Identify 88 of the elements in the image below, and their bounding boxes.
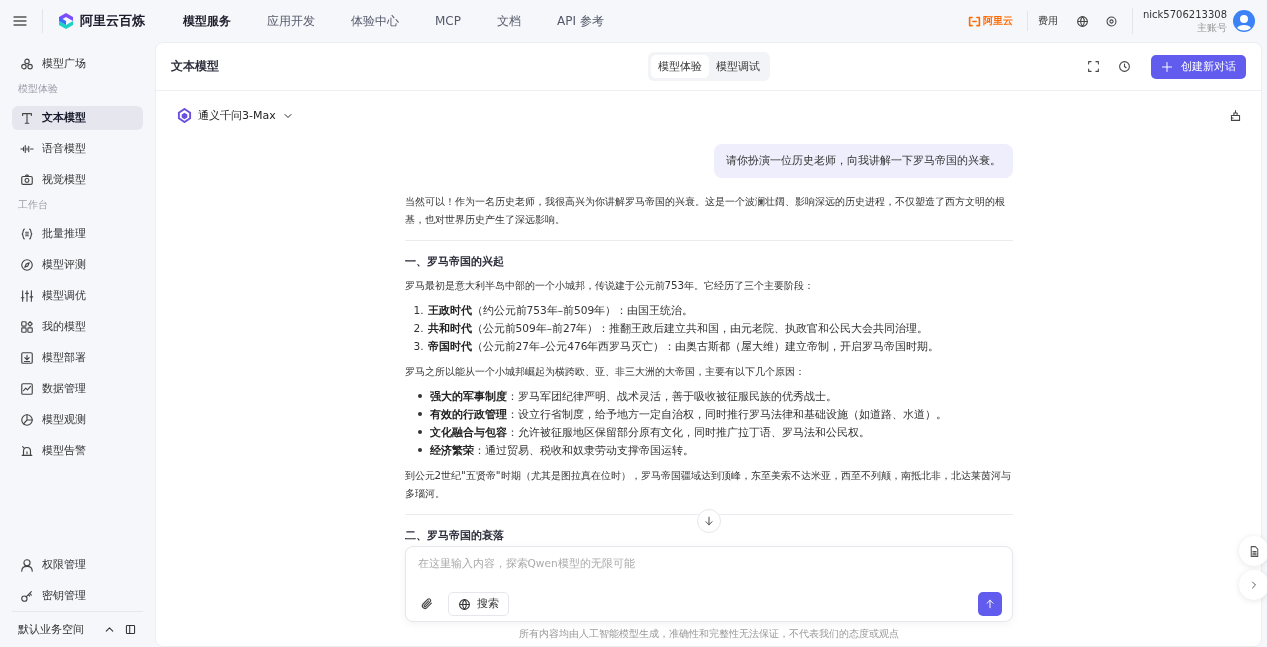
key-icon — [20, 588, 34, 603]
sidebar-item[interactable]: 批量推理 — [12, 221, 143, 246]
sidebar-item[interactable]: 模型告警 — [12, 438, 143, 463]
response-paragraph: 当然可以！作为一名历史老师，我很高兴为你讲解罗马帝国的兴衰。这是一个波澜壮阔、影响深远的历史进程，不仅塑造了西方文明的根基，也对世界历史产生了深远影响。 — [404, 194, 1006, 227]
sidebar-item[interactable]: 密钥管理 — [12, 583, 143, 608]
globe-icon — [457, 597, 471, 611]
brand-name: 阿里云百炼 — [80, 12, 145, 30]
model-logo-icon — [177, 108, 192, 123]
compass-icon — [20, 257, 34, 272]
braces-list-icon — [20, 226, 34, 241]
bullet-dot — [417, 430, 422, 434]
sidebar-item[interactable]: 模型广场 — [12, 51, 143, 76]
disclaimer: 所有内容均由人工智能模型生成，准确性和完整性无法保证，不代表我们的态度或观点 — [517, 627, 900, 641]
clock-icon — [1118, 60, 1131, 73]
line-chart-icon — [20, 381, 34, 396]
arrow-up-icon — [983, 598, 996, 610]
nav-tab[interactable]: 应用开发 — [267, 12, 315, 30]
chat-input[interactable]: 在这里输入内容，探索Qwen模型的无限可能 搜索 — [404, 546, 1013, 622]
arrow-down-icon — [702, 515, 715, 527]
response-paragraph: 罗马之所以能从一个小城邦崛起为横跨欧、亚、非三大洲的大帝国，主要有以下几个原因： — [404, 364, 806, 379]
globe-icon — [1075, 14, 1089, 28]
account-type: 主账号 — [1196, 21, 1227, 34]
list-item-text: 强大的军事制度：罗马军团纪律严明、战术灵活，善于吸收被征服民族的优秀战士。 — [429, 389, 837, 404]
sidebar-item[interactable]: 视觉模型 — [12, 167, 143, 192]
list-item-text: 王政时代（约公元前753年–前509年）：由国王统治。 — [427, 303, 694, 318]
response-paragraph: 到公元2世纪"五贤帝"时期（尤其是图拉真在位时），罗马帝国疆域达到顶峰，东至美索不达米亚，西至不列颠，南抵北非，北达莱茵河与多瑙河。 — [404, 468, 1012, 501]
response-paragraph: 罗马最初是意大利半岛中部的一个小城邦，传说建于公元前753年。它经历了三个主要阶段： — [404, 278, 816, 293]
bullet-dot — [417, 448, 422, 452]
paperclip-icon — [419, 597, 434, 611]
username: nick5706213308 — [1142, 8, 1227, 21]
logo-icon — [57, 12, 75, 30]
list-number: 2. — [413, 321, 425, 336]
download-box-icon — [20, 350, 34, 365]
sidebar-toggle-icon — [124, 623, 137, 636]
camera-icon — [20, 172, 34, 187]
list-item-text: 帝国时代（公元前27年–公元476年西罗马灭亡）：由奥古斯都（屋大维）建立帝制，开启罗马帝国时期。 — [427, 339, 940, 354]
model-selector[interactable]: 通义千问3-Max — [171, 107, 300, 124]
section-label: 模型体验 — [17, 83, 59, 96]
cluster-icon — [20, 56, 34, 71]
send-button[interactable] — [977, 592, 1002, 616]
avatar-icon[interactable] — [1233, 10, 1255, 32]
sidebar-item[interactable]: 模型部署 — [12, 345, 143, 370]
nav-tab[interactable]: 体验中心 — [351, 12, 399, 30]
sidebar-item[interactable]: 权限管理 — [12, 552, 143, 577]
billing-link[interactable]: 费用 — [1037, 14, 1058, 28]
menu-icon — [12, 13, 28, 29]
panel-title: 文本模型 — [171, 58, 220, 75]
nav-tab[interactable]: API 参考 — [556, 12, 604, 30]
nav-tab[interactable]: 文档 — [496, 12, 521, 30]
mode-tab[interactable]: 模型调试 — [708, 55, 767, 78]
mode-tab[interactable]: 模型体验 — [650, 55, 709, 78]
sliders-icon — [20, 288, 34, 303]
new-chat-button[interactable]: 创建新对话 — [1151, 54, 1246, 79]
fullscreen-icon — [1087, 60, 1100, 73]
sidebar-item[interactable]: 模型调优 — [12, 283, 143, 308]
list-number: 3. — [413, 339, 425, 354]
list-item-text: 有效的行政管理：设立行省制度，给予地方一定自治权，同时推行罗马法律和基础设施（如道路、水道）。 — [429, 407, 947, 422]
sidebar-item[interactable]: 模型观测 — [12, 407, 143, 432]
section-heading: 一、罗马帝国的兴起 — [404, 254, 505, 269]
cloud-logo-text: 阿里云 — [982, 14, 1013, 28]
list-item-text: 文化融合与包容：允许被征服地区保留部分原有文化，同时推广拉丁语、罗马法和公民权。 — [429, 425, 870, 440]
list-item-text: 共和时代（公元前509年–前27年）：推翻王政后建立共和国，由元老院、执政官和公民大会共同治理。 — [427, 321, 929, 336]
plus-icon — [1161, 60, 1173, 73]
section-label: 工作台 — [17, 199, 49, 212]
workspace-name[interactable]: 默认业务空间 — [18, 622, 95, 637]
document-button[interactable] — [1239, 536, 1267, 566]
text-icon — [20, 110, 34, 125]
sidebar-item[interactable]: 语音模型 — [12, 136, 143, 161]
alarm-bell-icon — [20, 443, 34, 458]
user-message: 请你扮演一位历史老师，向我讲解一下罗马帝国的兴衰。 — [713, 144, 1013, 178]
bullet-dot — [417, 394, 422, 398]
nav-tab[interactable]: MCP — [435, 14, 461, 28]
grid-shapes-icon — [20, 319, 34, 334]
section-heading: 二、罗马帝国的衰落 — [404, 528, 505, 543]
user-icon — [20, 557, 34, 572]
search-button[interactable]: 搜索 — [447, 592, 509, 616]
sidebar-item[interactable]: 数据管理 — [12, 376, 143, 401]
sidebar-item[interactable]: 模型评测 — [12, 252, 143, 277]
list-item-text: 经济繁荣：通过贸易、税收和奴隶劳动支撑帝国运转。 — [429, 443, 694, 458]
sidebar-item[interactable]: 文本模型 — [12, 105, 143, 130]
sidebar-item[interactable]: 我的模型 — [12, 314, 143, 339]
broom-icon — [1229, 109, 1242, 122]
nav-tab[interactable]: 模型服务 — [183, 12, 231, 30]
pie-chart-icon — [20, 412, 34, 427]
bullet-dot — [417, 412, 422, 416]
list-number: 1. — [413, 303, 425, 318]
bracket-logo-icon — [967, 14, 981, 28]
settings-icon — [1104, 14, 1118, 28]
